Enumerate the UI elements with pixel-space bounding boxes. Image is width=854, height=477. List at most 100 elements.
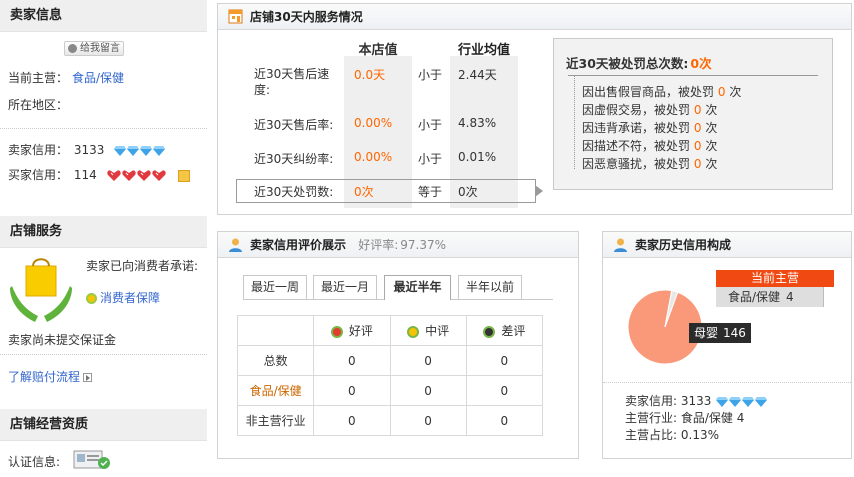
category-link[interactable]: 食品/保健 [236,375,315,406]
service-row-value: 0次 [354,185,374,199]
consumer-protection-link[interactable]: 消费者保障 [100,291,160,305]
service-30days-panel: 店铺30天内服务情况 本店值 行业均值 近30天售后速度: 0.0天 小于 2.… [217,3,852,215]
penalty-row-arrow [535,185,543,197]
protection-row: 消费者保障 [86,289,160,306]
penalty-item: 因恶意骚扰，被处罚 0 次 [582,157,718,171]
message-button-label: 给我留言 [80,43,120,54]
seller-credit-row: 卖家信用： 3133 [8,141,166,158]
cert-label: 认证信息: [8,455,61,469]
history-main-ratio: 主营占比: 0.13% [625,428,719,442]
credit-rating-header: 卖家信用评价展示 好评率: 97.37% [218,232,578,258]
credit-rating-panel: 卖家信用评价展示 好评率: 97.37% 最近一周 最近一月 最近半年 半年以前 … [217,231,579,459]
message-button[interactable]: 给我留言 [64,41,124,56]
service-row-label: 近30天处罚数: [254,185,334,199]
history-main-industry: 主营行业: 食品/保健 4 [625,411,745,425]
heart-rating-icons[interactable] [106,168,171,182]
legend-item[interactable]: 食品/保健 4 [716,287,824,307]
service-row-avg: 4.83% [458,116,497,130]
diamond-icon [140,145,153,156]
diamond-icon [755,396,768,407]
qualification-panel: 店铺经营资质 认证信息: [0,409,207,477]
tab-last-month[interactable]: 最近一月 [313,275,377,299]
col-store-value: 本店值 [358,43,398,58]
shopping-bag-hands-icon [10,258,72,322]
col-bad: 差评 [465,315,544,346]
table-header-row: 好评 中评 差评 [236,315,544,346]
good-rate-value: 97.37% [400,238,447,252]
diamond-icon [114,145,127,156]
qualification-title: 店铺经营资质 [0,409,207,441]
legend-title: 当前主营 [716,270,834,287]
main-business-link[interactable]: 食品/保健 [72,71,124,85]
buyer-credit-row: 买家信用： 114 [8,166,191,183]
penalty-item: 因出售假冒商品，被处罚 0 次 [582,85,742,99]
buyer-badge-icon[interactable] [178,169,191,182]
divider [0,128,207,129]
main-business-label: 当前主营： [8,71,69,85]
service-row-label: 近30天纠纷率: [254,152,334,166]
buyer-credit-value: 114 [73,168,97,182]
service-row-label: 近30天售后率: [254,118,334,132]
penalty-tree-line [574,76,575,169]
tab-last-week[interactable]: 最近一周 [243,275,307,299]
diamond-rating-icons[interactable] [114,143,166,157]
credit-history-title: 卖家历史信用构成 [635,238,732,252]
service-row-compare: 小于 [418,118,443,132]
main-business-row: 当前主营： 食品/保健 [8,69,124,86]
chat-bubble-icon [68,44,77,53]
penalty-title: 近30天被处罚总次数: [566,56,689,71]
good-rate-label: 好评率: [358,238,399,252]
col-neutral: 中评 [389,315,467,346]
penalty-total: 0次 [690,56,712,71]
claim-row: 了解赔付流程 [8,368,93,385]
claim-process-link[interactable]: 了解赔付流程 [8,370,80,384]
table-row: 总数 0 0 0 [236,345,544,376]
diamond-icon [742,396,755,407]
seller-info-title: 卖家信息 [0,0,207,32]
protection-flower-icon [86,293,97,304]
store-service-panel: 店铺服务 卖家已向消费者承诺: 消费者保障 卖家尚未提交保证金 了解赔付流程 [0,216,207,406]
penalty-detail-panel: 近30天被处罚总次数: 0次 因出售假冒商品，被处罚 0 次 因虚假交易，被处罚 … [553,38,833,190]
col-industry-avg: 行业均值 [457,43,510,58]
history-seller-credit: 卖家信用: 3133 [625,393,768,410]
certificate-icon[interactable] [73,450,111,470]
service-row-compare: 等于 [418,185,443,199]
penalty-list: 因出售假冒商品，被处罚 0 次 因虚假交易，被处罚 0 次 因违背承诺，被处罚 … [582,83,741,173]
diamond-icon [716,396,729,407]
seller-credit-label: 卖家信用： [8,143,69,157]
seller-user-icon [614,238,627,252]
tab-last-half-year[interactable]: 最近半年 [384,275,451,300]
heart-icon [136,170,151,181]
store-service-title: 店铺服务 [0,216,207,248]
service-row-value: 0.00% [354,116,393,130]
credit-history-header: 卖家历史信用构成 [603,232,851,258]
pie-tooltip: 母婴 146 [689,323,751,343]
service-row-compare: 小于 [418,68,443,82]
neutral-rating-icon [407,325,420,338]
service-row-compare: 小于 [418,152,443,166]
diamond-icon [729,396,742,407]
credit-rating-title: 卖家信用评价展示 [250,238,347,252]
service-30days-header: 店铺30天内服务情况 [218,4,851,30]
seller-user-icon [229,238,242,252]
good-rating-icon [330,325,343,338]
bad-rating-icon [483,325,496,338]
heart-icon [151,170,166,181]
table-row: 非主营行业 0 0 0 [236,405,544,436]
seller-credit-value: 3133 [73,143,105,157]
penalty-item: 因描述不符，被处罚 0 次 [582,139,718,153]
rating-table: 好评 中评 差评 总数 0 0 0 食品/保健 0 0 0 非主营行业 0 0 … [236,315,544,436]
region-label: 所在地区： [8,98,69,112]
store-icon [228,9,243,24]
service-row-label: 近30天售后速度: [254,67,330,97]
heart-icon [121,170,136,181]
diamond-icon [153,145,166,156]
penalty-item: 因虚假交易，被处罚 0 次 [582,103,718,117]
arrow-right-icon[interactable] [83,373,93,382]
service-row-value: 0.0天 [354,68,386,82]
tab-before-half-year[interactable]: 半年以前 [458,275,522,299]
penalty-tree-rule [568,75,818,76]
promise-text: 卖家已向消费者承诺: [86,259,199,273]
divider [603,382,851,383]
buyer-credit-label: 买家信用： [8,168,69,182]
